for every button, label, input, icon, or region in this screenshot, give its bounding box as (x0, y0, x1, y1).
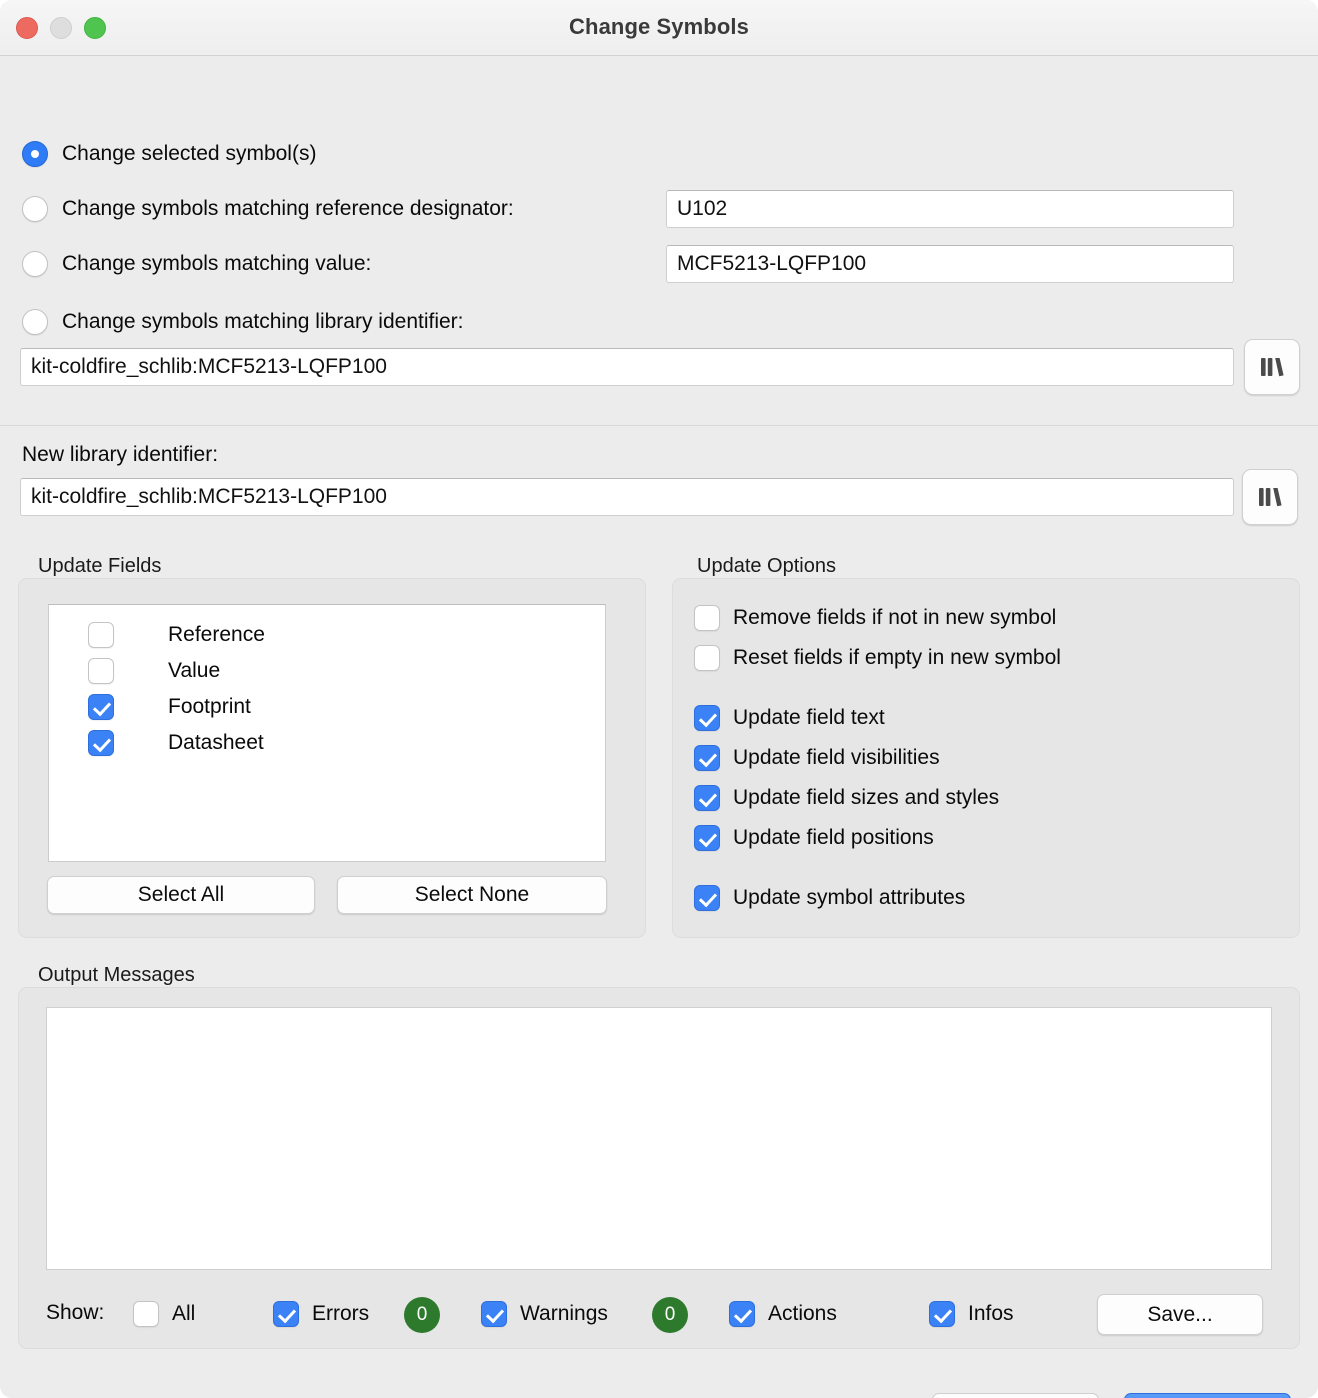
radio-change-selected-symbols[interactable]: Change selected symbol(s) (22, 141, 316, 167)
field-item-label: Footprint (168, 695, 251, 719)
option-label: Update field text (733, 706, 885, 730)
option-update-field-text[interactable]: Update field text (694, 705, 885, 731)
field-item-reference[interactable]: Reference (88, 617, 265, 653)
filter-errors[interactable]: Errors (273, 1301, 369, 1327)
radio-match-value[interactable]: Change symbols matching value: (22, 251, 371, 277)
filter-all[interactable]: All (133, 1301, 195, 1327)
browse-library-identifier-button[interactable] (1244, 339, 1300, 395)
filter-warnings[interactable]: Warnings (481, 1301, 608, 1327)
option-label: Update symbol attributes (733, 886, 965, 910)
filter-label: All (172, 1302, 195, 1326)
checkbox[interactable] (133, 1301, 159, 1327)
option-update-field-positions[interactable]: Update field positions (694, 825, 934, 851)
change-symbols-dialog: Change Symbols Change selected symbol(s)… (0, 0, 1318, 1398)
checkbox[interactable] (694, 705, 720, 731)
output-messages-textarea[interactable] (46, 1007, 1272, 1270)
checkbox[interactable] (694, 885, 720, 911)
radio-indicator[interactable] (22, 309, 48, 335)
filter-label: Warnings (520, 1302, 608, 1326)
value-match-input[interactable]: MCF5213-LQFP100 (666, 245, 1234, 283)
option-remove-fields-if-not-in-new-symbol[interactable]: Remove fields if not in new symbol (694, 605, 1056, 631)
filter-actions[interactable]: Actions (729, 1301, 837, 1327)
filter-infos[interactable]: Infos (929, 1301, 1014, 1327)
dialog-content: Change selected symbol(s) Change symbols… (0, 56, 1318, 1398)
field-item-label: Reference (168, 623, 265, 647)
option-label: Update field sizes and styles (733, 786, 999, 810)
browse-new-library-identifier-button[interactable] (1242, 469, 1298, 525)
radio-match-reference-designator[interactable]: Change symbols matching reference design… (22, 196, 514, 222)
filter-label: Infos (968, 1302, 1014, 1326)
select-none-button[interactable]: Select None (337, 876, 607, 914)
checkbox[interactable] (694, 605, 720, 631)
output-messages-caption: Output Messages (38, 964, 195, 987)
field-item-label: Datasheet (168, 731, 264, 755)
radio-label: Change symbols matching value: (62, 252, 371, 276)
reference-designator-input[interactable]: U102 (666, 190, 1234, 228)
checkbox[interactable] (694, 825, 720, 851)
checkbox[interactable] (694, 645, 720, 671)
option-label: Reset fields if empty in new symbol (733, 646, 1061, 670)
radio-label: Change symbols matching reference design… (62, 197, 514, 221)
option-label: Remove fields if not in new symbol (733, 606, 1056, 630)
checkbox[interactable] (481, 1301, 507, 1327)
field-item-footprint[interactable]: Footprint (88, 689, 251, 725)
checkbox[interactable] (729, 1301, 755, 1327)
show-filters-label: Show: (46, 1301, 104, 1325)
field-item-value[interactable]: Value (88, 653, 220, 689)
filter-label: Errors (312, 1302, 369, 1326)
field-item-label: Value (168, 659, 220, 683)
field-item-datasheet[interactable]: Datasheet (88, 725, 264, 761)
checkbox[interactable] (88, 658, 114, 684)
warnings-count-badge: 0 (652, 1297, 688, 1333)
select-all-button[interactable]: Select All (47, 876, 315, 914)
change-button[interactable]: Change (1124, 1393, 1291, 1398)
radio-match-library-identifier[interactable]: Change symbols matching library identifi… (22, 309, 464, 335)
save-messages-button[interactable]: Save... (1097, 1294, 1263, 1335)
new-library-identifier-input[interactable]: kit-coldfire_schlib:MCF5213-LQFP100 (20, 478, 1234, 516)
filter-label: Actions (768, 1302, 837, 1326)
radio-label: Change symbols matching library identifi… (62, 310, 464, 334)
window-title: Change Symbols (0, 14, 1318, 40)
close-button[interactable]: Close (932, 1393, 1099, 1398)
library-identifier-input[interactable]: kit-coldfire_schlib:MCF5213-LQFP100 (20, 348, 1234, 386)
checkbox[interactable] (273, 1301, 299, 1327)
errors-count-badge: 0 (404, 1297, 440, 1333)
radio-label: Change selected symbol(s) (62, 142, 316, 166)
library-books-icon (1256, 485, 1284, 509)
option-update-field-visibilities[interactable]: Update field visibilities (694, 745, 940, 771)
new-library-identifier-label: New library identifier: (22, 443, 218, 467)
checkbox[interactable] (694, 785, 720, 811)
update-options-caption: Update Options (697, 555, 836, 578)
option-label: Update field visibilities (733, 746, 940, 770)
checkbox[interactable] (694, 745, 720, 771)
titlebar: Change Symbols (0, 0, 1318, 56)
radio-indicator[interactable] (22, 196, 48, 222)
checkbox[interactable] (88, 730, 114, 756)
section-divider (0, 425, 1318, 426)
option-label: Update field positions (733, 826, 934, 850)
checkbox[interactable] (929, 1301, 955, 1327)
radio-indicator[interactable] (22, 251, 48, 277)
library-books-icon (1258, 355, 1286, 379)
option-update-symbol-attributes[interactable]: Update symbol attributes (694, 885, 965, 911)
checkbox[interactable] (88, 622, 114, 648)
option-update-field-sizes-and-styles[interactable]: Update field sizes and styles (694, 785, 999, 811)
radio-indicator[interactable] (22, 141, 48, 167)
checkbox[interactable] (88, 694, 114, 720)
update-fields-caption: Update Fields (38, 555, 161, 578)
option-reset-fields-if-empty-in-new-symbol[interactable]: Reset fields if empty in new symbol (694, 645, 1061, 671)
